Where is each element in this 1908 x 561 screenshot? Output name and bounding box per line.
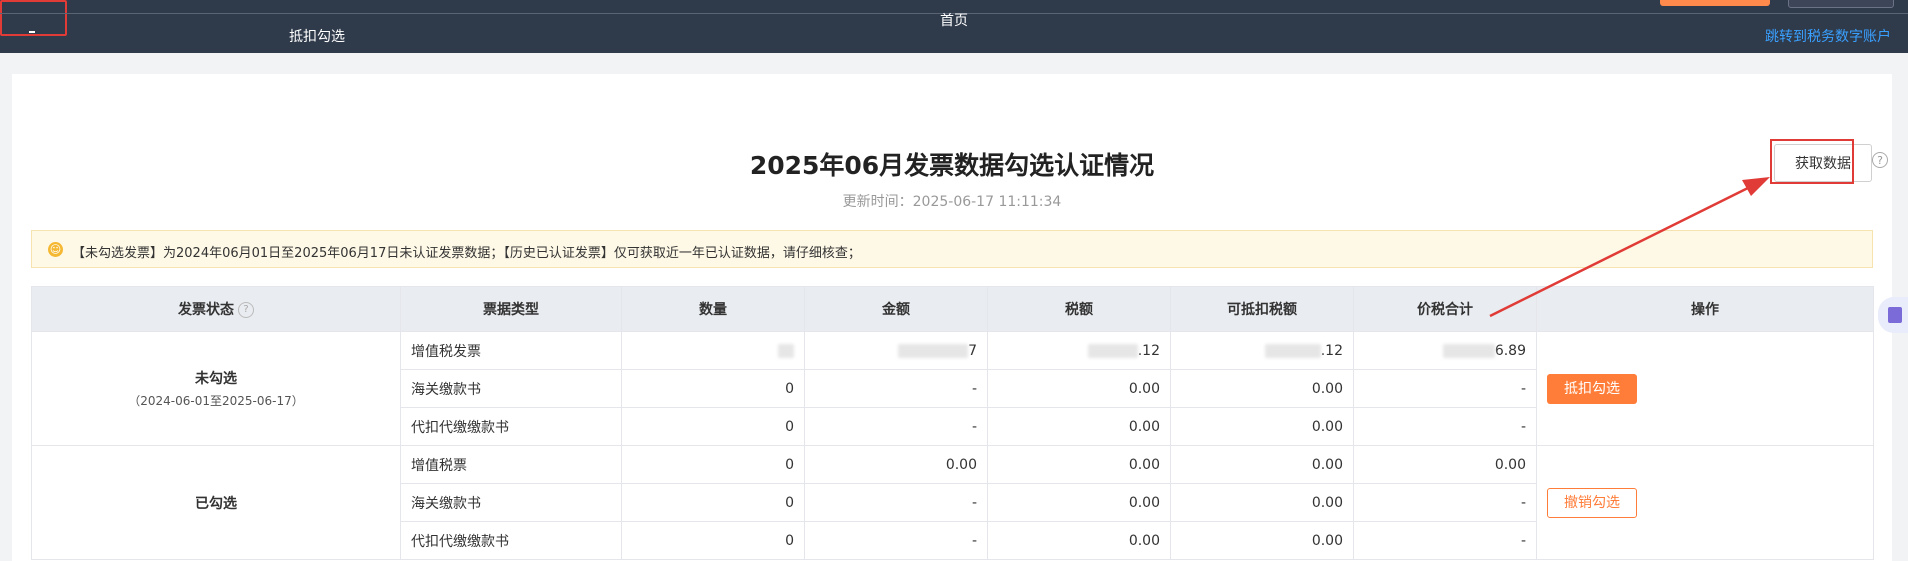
invoice-summary-table: 发票状态? 票据类型 数量 金额 税额 可抵扣税额 价税合计 操作 未勾选 （2… [31, 286, 1874, 560]
deductible-cell: 0.00 [1170, 407, 1354, 446]
deductible-cell: 0.00 [1170, 521, 1354, 560]
count-cell [621, 331, 805, 370]
status-label: 已勾选 [195, 495, 237, 512]
tax-cell: 0.00 [987, 521, 1171, 560]
amount-cell: 7 [804, 331, 988, 370]
amount-cell: 0.00 [804, 445, 988, 484]
tax-cell: 0.00 [987, 445, 1171, 484]
floating-side-tab[interactable] [1878, 297, 1908, 333]
action-cell: 抵扣勾选 [1536, 331, 1874, 446]
count-cell: 0 [621, 407, 805, 446]
help-icon[interactable]: ? [1872, 152, 1888, 168]
deduct-select-button[interactable]: 抵扣勾选 [1547, 373, 1637, 404]
topbar-cut-button-2[interactable] [1788, 0, 1894, 8]
nav-deduct-select-tab[interactable]: 抵扣勾选 [289, 26, 345, 46]
fetch-button-annotation-box [1770, 139, 1854, 184]
help-icon[interactable]: ? [238, 302, 254, 318]
top-nav-bar: 首页 抵扣勾选 跳转到税务数字账户 [0, 0, 1908, 53]
amount-cell: - [804, 369, 988, 408]
col-total: 价税合计 [1353, 286, 1537, 332]
count-cell: 0 [621, 483, 805, 522]
page-title: 2025年06月发票数据勾选认证情况 [749, 151, 1155, 180]
total-cell: - [1353, 521, 1537, 560]
notice-banner: ☺ 【未勾选发票】为2024年06月01日至2025年06月17日未认证发票数据… [31, 230, 1873, 268]
col-deductible: 可抵扣税额 [1170, 286, 1354, 332]
main-card: 2025年06月发票数据勾选认证情况 更新时间：2025-06-17 11:11… [12, 74, 1892, 561]
deductible-cell: 0.00 [1170, 483, 1354, 522]
amount-cell: - [804, 483, 988, 522]
type-cell: 代扣代缴缴款书 [400, 521, 622, 560]
nav-home-tab[interactable]: 首页 [0, 0, 968, 36]
topbar-cut-button-1[interactable] [1660, 0, 1770, 6]
col-type: 票据类型 [400, 286, 622, 332]
tax-cell: .12 [987, 331, 1171, 370]
type-cell: 增值税发票 [400, 331, 622, 370]
type-cell: 代扣代缴缴款书 [400, 407, 622, 446]
status-label: 未勾选 [195, 371, 237, 387]
col-action: 操作 [1536, 286, 1874, 332]
status-cell-selected: 已勾选 [31, 445, 401, 560]
col-tax: 税额 [987, 286, 1171, 332]
total-cell: 0.00 [1353, 445, 1537, 484]
type-cell: 海关缴款书 [400, 483, 622, 522]
tax-account-link[interactable]: 跳转到税务数字账户 [1765, 26, 1891, 46]
count-cell: 0 [621, 445, 805, 484]
type-cell: 增值税票 [400, 445, 622, 484]
amount-cell: - [804, 407, 988, 446]
col-count: 数量 [621, 286, 805, 332]
table-row: 未勾选 （2024-06-01至2025-06-17） 增值税发票 7 .12 … [31, 331, 1874, 446]
deductible-cell: 0.00 [1170, 369, 1354, 408]
cancel-select-button[interactable]: 撤销勾选 [1547, 487, 1637, 518]
table-row: 已勾选 增值税票 0 0.00 0.00 0.00 0.00 撤销勾选 [31, 445, 1874, 560]
tax-cell: 0.00 [987, 483, 1171, 522]
notice-text: 【未勾选发票】为2024年06月01日至2025年06月17日未认证发票数据；【… [72, 246, 861, 261]
update-time: 更新时间：2025-06-17 11:11:34 [842, 194, 1062, 210]
total-cell: - [1353, 369, 1537, 408]
status-period: （2024-06-01至2025-06-17） [128, 394, 304, 408]
status-cell-unselected: 未勾选 （2024-06-01至2025-06-17） [31, 331, 401, 446]
total-cell: - [1353, 483, 1537, 522]
deductible-cell: 0.00 [1170, 445, 1354, 484]
nav-home-label: 首页 [940, 13, 968, 29]
tax-cell: 0.00 [987, 369, 1171, 408]
total-cell: 6.89 [1353, 331, 1537, 370]
col-amount: 金额 [804, 286, 988, 332]
amount-cell: - [804, 521, 988, 560]
total-cell: - [1353, 407, 1537, 446]
deductible-cell: .12 [1170, 331, 1354, 370]
count-cell: 0 [621, 521, 805, 560]
smile-icon: ☺ [48, 242, 63, 257]
type-cell: 海关缴款书 [400, 369, 622, 408]
active-indicator [29, 31, 35, 33]
tax-cell: 0.00 [987, 407, 1171, 446]
table-header-row: 发票状态? 票据类型 数量 金额 税额 可抵扣税额 价税合计 操作 [31, 286, 1874, 332]
count-cell: 0 [621, 369, 805, 408]
col-status: 发票状态? [31, 286, 401, 332]
document-icon [1888, 307, 1902, 323]
action-cell: 撤销勾选 [1536, 445, 1874, 560]
